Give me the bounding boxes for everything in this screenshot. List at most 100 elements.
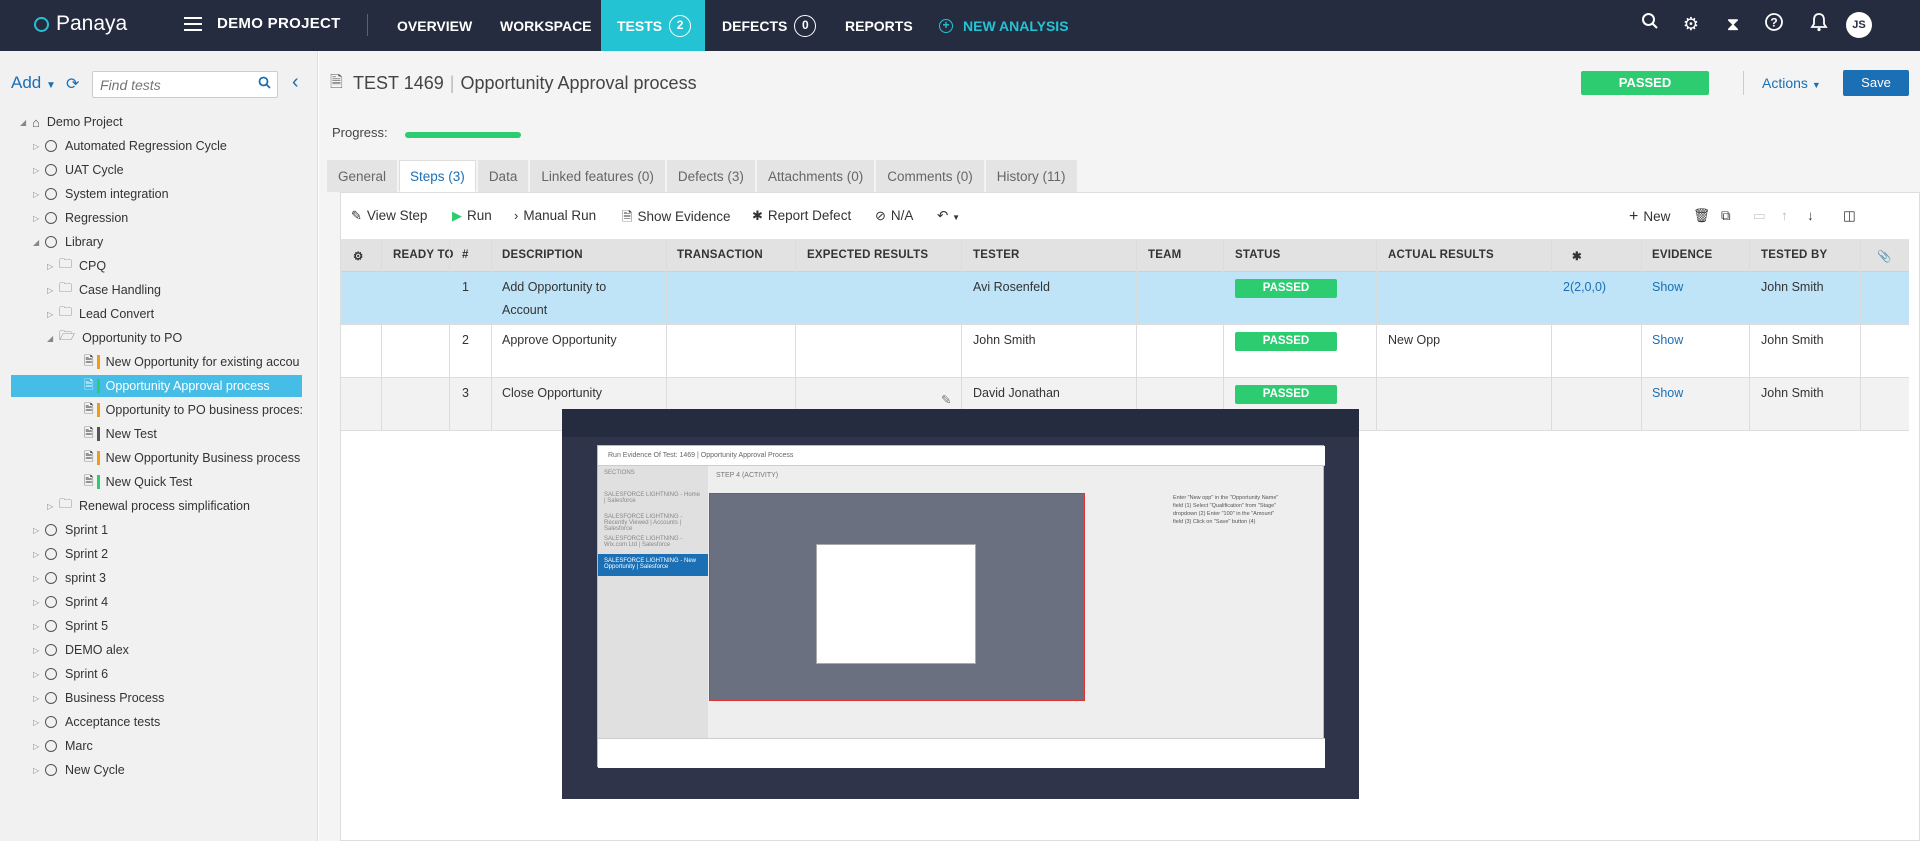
collapsed-arrow-icon[interactable]: ▷ [33,742,45,751]
tree-test-item[interactable]: 🗎 New Opportunity for existing accou [84,351,304,373]
tree-item[interactable]: ▷ Marc [33,735,93,757]
tab-defects[interactable]: Defects (3) [666,160,755,192]
tree-item[interactable]: ▷ Automated Regression Cycle [33,135,227,157]
tree-item[interactable]: ▷ System integration [33,183,169,205]
add-button[interactable]: Add ▼ [11,73,56,93]
tree-item[interactable]: ▷ Acceptance tests [33,711,160,733]
tree-item[interactable]: ▷ sprint 3 [33,567,106,589]
tree-item[interactable]: ▷ Regression [33,207,128,229]
hourglass-icon[interactable]: ⧗ [1721,12,1745,36]
col-actual-results[interactable]: ACTUAL RESULTS [1388,249,1494,261]
table-row[interactable]: 1 Add Opportunity to Account Avi Rosenfe… [341,272,1909,325]
report-defect-button[interactable]: ✱ Report Defect [752,208,851,224]
bell-icon[interactable] [1807,12,1831,36]
arrow-down-icon[interactable]: ↓ [1807,208,1814,223]
nav-workspace[interactable]: WORKSPACE [500,0,592,51]
step-defects-link[interactable]: 2(2,0,0) [1563,280,1606,294]
nav-new-analysis[interactable]: + NEW ANALYSIS [939,0,1069,51]
collapse-sidebar-icon[interactable]: ‹ [292,71,299,94]
tab-steps[interactable]: Steps (3) [399,160,476,192]
manual-run-button[interactable]: › Manual Run [514,208,596,223]
collapsed-arrow-icon[interactable]: ▷ [33,766,45,775]
tree-root-demo-project[interactable]: ◢ ⌂ Demo Project [20,111,123,133]
col-description[interactable]: DESCRIPTION [502,249,583,261]
nav-defects[interactable]: DEFECTS 0 [722,0,817,51]
tree-folder[interactable]: ▷ 🗀 Renewal process simplification [47,495,250,517]
collapsed-arrow-icon[interactable]: ▷ [47,502,59,511]
search-icon[interactable] [1638,12,1662,36]
collapsed-arrow-icon[interactable]: ▷ [33,166,45,175]
collapsed-arrow-icon[interactable]: ▷ [33,670,45,679]
step-actual-results[interactable]: New Opp [1388,333,1440,347]
collapsed-arrow-icon[interactable]: ▷ [33,142,45,151]
attachment-icon[interactable]: 📎 [1877,249,1892,263]
tree-folder[interactable]: ▷ 🗀 Case Handling [47,279,161,301]
step-status-badge[interactable]: PASSED [1235,279,1337,298]
step-description[interactable]: Add Opportunity to [502,280,606,294]
table-row[interactable]: 2 Approve Opportunity John Smith PASSED … [341,325,1909,378]
paste-icon[interactable]: ▭ [1753,208,1766,224]
trash-icon[interactable]: 🗑 [1693,208,1710,224]
tab-data[interactable]: Data [477,160,529,192]
bug-column-icon[interactable]: ✱ [1572,249,1582,263]
step-tester[interactable]: Avi Rosenfeld [973,280,1050,294]
gear-icon[interactable]: ⚙ [1679,12,1703,36]
step-description[interactable]: Approve Opportunity [502,333,617,347]
refresh-icon[interactable]: ⟳ [66,74,79,94]
run-button[interactable]: ▶ Run [452,208,492,224]
show-evidence-link[interactable]: Show [1652,280,1683,294]
split-view-icon[interactable]: ◫ [1843,208,1856,224]
tree-item-library[interactable]: ◢ Library [33,231,103,253]
tab-comments[interactable]: Comments (0) [876,160,984,192]
project-name[interactable]: DEMO PROJECT [217,15,341,32]
new-step-button[interactable]: + New [1629,208,1670,226]
expanded-arrow-icon[interactable]: ◢ [47,334,59,343]
step-description-cont[interactable]: Account [502,303,547,317]
na-button[interactable]: ⊘ N/A [875,208,913,224]
tree-test-item-selected[interactable]: 🗎 Opportunity Approval process [11,375,302,397]
step-tester[interactable]: John Smith [973,333,1036,347]
col-team[interactable]: TEAM [1148,249,1181,261]
copy-icon[interactable]: ⧉ [1721,208,1731,224]
col-evidence[interactable]: EVIDENCE [1652,249,1712,261]
collapsed-arrow-icon[interactable]: ▷ [47,262,59,271]
collapsed-arrow-icon[interactable]: ▷ [47,286,59,295]
nav-tests[interactable]: TESTS 2 [601,0,705,51]
col-expected-results[interactable]: EXPECTED RESULTS [807,249,928,261]
tab-history[interactable]: History (11) [985,160,1077,192]
tree-test-item[interactable]: 🗎 New Opportunity Business process [84,447,304,469]
nav-overview[interactable]: OVERVIEW [397,0,472,51]
collapsed-arrow-icon[interactable]: ▷ [33,694,45,703]
tab-attachments[interactable]: Attachments (0) [756,160,875,192]
collapsed-arrow-icon[interactable]: ▷ [33,214,45,223]
tree-item[interactable]: ▷ Sprint 6 [33,663,108,685]
collapsed-arrow-icon[interactable]: ▷ [33,598,45,607]
help-icon[interactable]: ? [1762,12,1786,36]
save-button[interactable]: Save [1843,70,1909,96]
tree-item[interactable]: ▷ Business Process [33,687,164,709]
tree-item[interactable]: ▷ Sprint 4 [33,591,108,613]
collapsed-arrow-icon[interactable]: ▷ [33,622,45,631]
test-status-badge[interactable]: PASSED [1581,71,1709,95]
menu-icon[interactable] [184,17,202,31]
tree-item[interactable]: ▷ Sprint 2 [33,543,108,565]
collapsed-arrow-icon[interactable]: ▷ [33,646,45,655]
collapsed-arrow-icon[interactable]: ▷ [33,190,45,199]
tree-test-item[interactable]: 🗎 Opportunity to PO business proces: [84,399,304,421]
col-tested-by[interactable]: TESTED BY [1761,249,1827,261]
col-ready-to[interactable]: READY TO [393,249,454,261]
tree-item[interactable]: ▷ DEMO alex [33,639,129,661]
step-status-badge[interactable]: PASSED [1235,332,1337,351]
collapsed-arrow-icon[interactable]: ▷ [33,550,45,559]
arrow-up-icon[interactable]: ↑ [1781,208,1788,223]
step-status-badge[interactable]: PASSED [1235,385,1337,404]
col-number[interactable]: # [462,249,469,261]
step-tester[interactable]: David Jonathan [973,386,1060,400]
step-description[interactable]: Close Opportunity [502,386,602,400]
tab-linked-features[interactable]: Linked features (0) [530,160,665,192]
user-avatar[interactable]: JS [1846,12,1872,38]
undo-dropdown[interactable]: ↶ ▼ [937,208,960,224]
nav-reports[interactable]: REPORTS [845,0,913,51]
view-step-button[interactable]: ✎ View Step [351,208,427,224]
show-evidence-link[interactable]: Show [1652,386,1683,400]
